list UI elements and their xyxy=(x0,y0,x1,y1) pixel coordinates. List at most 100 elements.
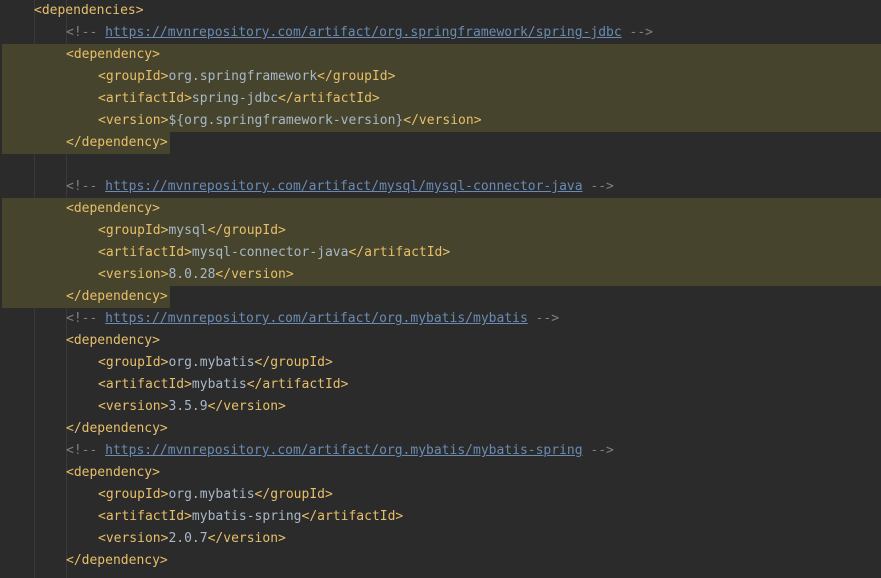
xml-close-tag: </version> xyxy=(207,531,286,546)
xml-open-tag: <version> xyxy=(98,399,169,414)
code-line[interactable]: <groupId>mysql</groupId> xyxy=(0,220,881,242)
comment-open: <!-- xyxy=(66,179,106,194)
code-line[interactable]: <version>${org.springframework-version}<… xyxy=(0,110,881,132)
line-content: <groupId>org.mybatis</groupId> xyxy=(98,352,333,374)
code-line[interactable]: <dependency> xyxy=(0,330,881,352)
code-line[interactable]: <artifactId>mybatis</artifactId> xyxy=(0,374,881,396)
xml-tag: <dependency> xyxy=(66,465,160,480)
code-line[interactable]: <version>8.0.28</version> xyxy=(0,264,881,286)
code-line[interactable]: <!-- https://mvnrepository.com/artifact/… xyxy=(0,176,881,198)
line-content: <dependency> xyxy=(66,44,160,66)
xml-close-tag: </groupId> xyxy=(317,69,396,84)
xml-open-tag: <version> xyxy=(98,267,169,282)
xml-close-tag: </groupId> xyxy=(254,355,333,370)
code-line[interactable]: </dependency> xyxy=(0,550,881,572)
gutter-highlight xyxy=(2,44,66,66)
comment-link[interactable]: https://mvnrepository.com/artifact/org.s… xyxy=(105,25,622,40)
line-content: <groupId>mysql</groupId> xyxy=(98,220,286,242)
gutter-highlight xyxy=(2,242,66,264)
xml-close-tag: </version> xyxy=(403,113,482,128)
code-line[interactable]: <dependency> xyxy=(0,44,881,66)
xml-value: 2.0.7 xyxy=(168,531,208,546)
gutter-highlight xyxy=(2,132,66,154)
comment-link[interactable]: https://mvnrepository.com/artifact/org.m… xyxy=(105,311,528,326)
gutter-highlight xyxy=(2,110,66,132)
line-content: <artifactId>mybatis-spring</artifactId> xyxy=(98,506,403,528)
code-line[interactable]: <artifactId>mybatis-spring</artifactId> xyxy=(0,506,881,528)
comment-link[interactable]: https://mvnrepository.com/artifact/org.m… xyxy=(105,443,582,458)
code-line[interactable]: <dependency> xyxy=(0,198,881,220)
xml-open-tag: <groupId> xyxy=(98,487,169,502)
gutter-highlight xyxy=(2,88,66,110)
code-line[interactable]: <version>2.0.7</version> xyxy=(0,528,881,550)
xml-tag: </dependency> xyxy=(66,289,168,304)
code-line[interactable]: <dependencies> xyxy=(0,0,881,22)
xml-tag: </dependency> xyxy=(66,135,168,150)
code-line[interactable]: </dependency> xyxy=(0,132,881,154)
xml-close-tag: </artifactId> xyxy=(278,91,380,106)
xml-tag: </dependency> xyxy=(66,553,168,568)
code-line[interactable]: <groupId>org.springframework</groupId> xyxy=(0,66,881,88)
xml-close-tag: </artifactId> xyxy=(246,377,349,392)
line-highlight xyxy=(66,198,881,220)
line-content: <artifactId>mybatis</artifactId> xyxy=(98,374,348,396)
code-line[interactable]: </dependency> xyxy=(0,418,881,440)
xml-tag: </dependency> xyxy=(66,421,168,436)
code-line[interactable]: <groupId>org.mybatis</groupId> xyxy=(0,484,881,506)
line-content: <!-- https://mvnrepository.com/artifact/… xyxy=(66,22,653,44)
line-content: <version>${org.springframework-version}<… xyxy=(98,110,482,132)
comment-open: <!-- xyxy=(66,25,106,40)
code-line[interactable] xyxy=(0,154,881,176)
code-line[interactable]: <!-- https://mvnrepository.com/artifact/… xyxy=(0,440,881,462)
line-content: <version>8.0.28</version> xyxy=(98,264,294,286)
line-content: </dependency> xyxy=(66,550,168,572)
line-content: <!-- https://mvnrepository.com/artifact/… xyxy=(66,440,614,462)
code-line[interactable]: <version>3.5.9</version> xyxy=(0,396,881,418)
code-line[interactable]: <!-- https://mvnrepository.com/artifact/… xyxy=(0,308,881,330)
code-line[interactable]: <artifactId>mysql-connector-java</artifa… xyxy=(0,242,881,264)
xml-value: org.mybatis xyxy=(168,487,255,502)
code-line[interactable]: </dependency> xyxy=(0,286,881,308)
line-content: <dependency> xyxy=(66,198,160,220)
comment-link[interactable]: https://mvnrepository.com/artifact/mysql… xyxy=(105,179,582,194)
code-editor[interactable]: <dependencies> <!-- https://mvnrepository… xyxy=(0,0,881,578)
comment-close: --> xyxy=(582,443,614,458)
xml-open-tag: <groupId> xyxy=(98,355,169,370)
line-content: <version>2.0.7</version> xyxy=(98,528,286,550)
xml-value: 3.5.9 xyxy=(168,399,208,414)
line-content: </dependency> xyxy=(66,286,168,308)
xml-value: org.springframework xyxy=(168,69,318,84)
xml-open-tag: <groupId> xyxy=(98,223,169,238)
xml-open-tag: <artifactId> xyxy=(98,245,192,260)
xml-open-tag: <artifactId> xyxy=(98,509,192,524)
xml-value: 8.0.28 xyxy=(168,267,216,282)
comment-close: --> xyxy=(621,25,654,40)
gutter-highlight xyxy=(2,264,66,286)
line-content: <groupId>org.mybatis</groupId> xyxy=(98,484,333,506)
xml-close-tag: </groupId> xyxy=(254,487,333,502)
line-content: <artifactId>mysql-connector-java</artifa… xyxy=(98,242,450,264)
gutter-highlight xyxy=(2,66,66,88)
line-content: </dependency> xyxy=(66,132,168,154)
xml-tag: <dependency> xyxy=(66,47,160,62)
xml-close-tag: </groupId> xyxy=(207,223,286,238)
code-line[interactable]: <artifactId>spring-jdbc</artifactId> xyxy=(0,88,881,110)
code-line[interactable]: <dependency> xyxy=(0,462,881,484)
xml-close-tag: </artifactId> xyxy=(301,509,404,524)
line-content: <!-- https://mvnrepository.com/artifact/… xyxy=(66,308,559,330)
xml-value: mysql-connector-java xyxy=(191,245,349,260)
code-line[interactable]: <!-- https://mvnrepository.com/artifact/… xyxy=(0,22,881,44)
comment-close: --> xyxy=(582,179,614,194)
xml-close-tag: </version> xyxy=(207,399,286,414)
line-content: <version>3.5.9</version> xyxy=(98,396,286,418)
line-content: <dependencies> xyxy=(34,0,144,22)
line-content: <artifactId>spring-jdbc</artifactId> xyxy=(98,88,380,110)
xml-open-tag: <artifactId> xyxy=(98,377,192,392)
xml-tag: <dependency> xyxy=(66,333,160,348)
xml-value: org.mybatis xyxy=(168,355,255,370)
code-line[interactable]: <groupId>org.mybatis</groupId> xyxy=(0,352,881,374)
line-content: <groupId>org.springframework</groupId> xyxy=(98,66,395,88)
gutter-highlight xyxy=(2,198,66,220)
xml-value: mybatis-spring xyxy=(191,509,302,524)
gutter-highlight xyxy=(2,286,66,308)
